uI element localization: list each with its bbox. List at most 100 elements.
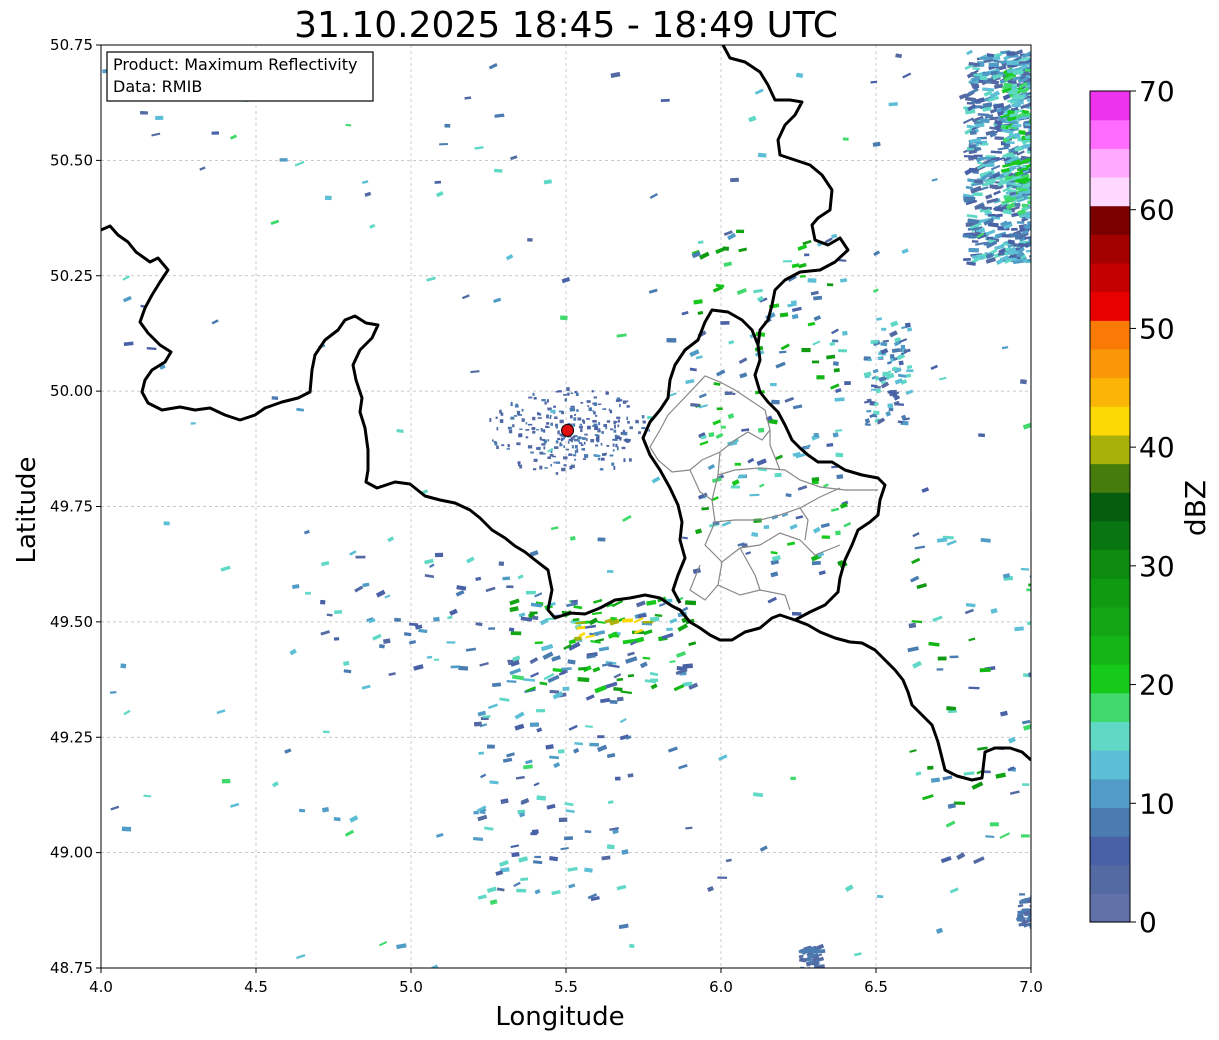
echo-cell bbox=[593, 411, 596, 415]
echo-cell bbox=[588, 407, 593, 412]
echo-cell bbox=[988, 62, 999, 68]
echo-cell bbox=[572, 423, 576, 427]
echo-cell bbox=[973, 73, 982, 77]
info-box: Product: Maximum Reflectivity Data: RMIB bbox=[106, 51, 374, 102]
echo-cell bbox=[720, 425, 726, 429]
echo-cell bbox=[514, 405, 519, 408]
echo-cell bbox=[584, 433, 588, 436]
echo-cell bbox=[606, 570, 614, 573]
echo-cell bbox=[606, 444, 610, 447]
echo-cell bbox=[555, 390, 558, 393]
echo-cell bbox=[519, 464, 523, 469]
echo-cell bbox=[1020, 567, 1030, 571]
echo-cell bbox=[496, 445, 499, 450]
echo-cell bbox=[927, 765, 934, 770]
echo-cell bbox=[1012, 94, 1025, 100]
echo-cell bbox=[817, 949, 826, 954]
echo-cell bbox=[525, 422, 528, 425]
echo-cell bbox=[572, 618, 580, 622]
echo-cell bbox=[506, 448, 510, 450]
echo-cell bbox=[567, 441, 570, 444]
echo-cell bbox=[570, 405, 575, 408]
echo-cell bbox=[140, 111, 148, 115]
echo-cell bbox=[557, 390, 562, 393]
echo-cell bbox=[1030, 129, 1031, 135]
echo-cell bbox=[542, 452, 546, 455]
figure-title: 31.10.2025 18:45 - 18:49 UTC bbox=[294, 5, 838, 46]
echo-cell bbox=[608, 408, 611, 411]
echo-cell bbox=[1006, 60, 1017, 66]
info-box-data: Data: RMIB bbox=[113, 77, 202, 96]
echo-cell bbox=[546, 422, 550, 425]
echo-cell bbox=[532, 416, 536, 421]
echo-cell bbox=[513, 415, 518, 417]
echo-cell bbox=[576, 409, 579, 412]
echo-cell bbox=[612, 449, 615, 452]
echo-cell bbox=[619, 403, 621, 408]
echo-cell bbox=[833, 368, 840, 373]
echo-cell bbox=[621, 446, 626, 450]
echo-cell bbox=[593, 402, 598, 406]
colorbar: 0 10 20 30 40 50 60 70 bbox=[1089, 75, 1175, 939]
echo-cell bbox=[529, 722, 540, 727]
colorbar-swatch bbox=[1090, 549, 1130, 579]
echo-cell bbox=[560, 437, 563, 442]
echo-cell bbox=[610, 428, 614, 431]
echo-cell bbox=[539, 436, 542, 441]
echo-cell bbox=[573, 438, 579, 442]
echo-cell bbox=[1019, 379, 1027, 385]
echo-cell bbox=[1021, 834, 1030, 838]
echo-cell bbox=[324, 195, 332, 201]
echo-cell bbox=[555, 461, 561, 464]
echo-cell bbox=[835, 452, 844, 458]
echo-cell bbox=[866, 410, 872, 413]
echo-cell bbox=[597, 735, 605, 739]
echo-cell bbox=[536, 428, 539, 431]
colorbar-swatch bbox=[1090, 664, 1130, 694]
echo-cell bbox=[1011, 103, 1022, 108]
echo-cell bbox=[568, 438, 572, 442]
echo-cell bbox=[614, 424, 616, 429]
echo-cell bbox=[1019, 893, 1025, 896]
echo-cell bbox=[581, 448, 585, 451]
echo-cell bbox=[547, 439, 550, 442]
echo-cell bbox=[155, 115, 164, 121]
echo-cell bbox=[527, 423, 533, 426]
echo-cell bbox=[434, 552, 444, 558]
echo-cell bbox=[495, 416, 498, 419]
echo-cell bbox=[580, 428, 583, 433]
echo-cell bbox=[601, 431, 604, 434]
echo-cell bbox=[559, 419, 564, 424]
echo-cell bbox=[889, 354, 895, 359]
echo-cell bbox=[834, 397, 845, 402]
echo-cell bbox=[512, 424, 515, 428]
echo-cell bbox=[516, 410, 521, 415]
colorbar-swatch bbox=[1090, 864, 1130, 894]
echo-cell bbox=[579, 423, 583, 426]
echo-cell bbox=[613, 465, 616, 470]
echo-cell bbox=[594, 434, 599, 436]
echo-cell bbox=[641, 426, 646, 430]
echo-cell bbox=[622, 430, 625, 434]
echo-cell bbox=[534, 855, 541, 859]
echo-cell bbox=[969, 130, 977, 135]
echo-cell bbox=[517, 461, 521, 465]
echo-cell bbox=[595, 444, 599, 447]
echo-cell bbox=[870, 339, 879, 345]
echo-cell bbox=[444, 123, 451, 128]
echo-cell bbox=[557, 430, 560, 435]
echo-cell bbox=[536, 795, 547, 801]
colorbar-swatch bbox=[1090, 721, 1130, 751]
echo-cell bbox=[536, 447, 539, 450]
echo-cell bbox=[625, 438, 629, 442]
echo-cell bbox=[557, 749, 565, 754]
echo-cell bbox=[541, 443, 546, 446]
echo-cell bbox=[585, 438, 588, 442]
echo-cell bbox=[1017, 190, 1030, 195]
echo-cell bbox=[978, 433, 986, 438]
colorbar-tick-label: 70 bbox=[1139, 75, 1175, 108]
echo-cell bbox=[499, 409, 502, 414]
echo-cell bbox=[666, 627, 673, 631]
echo-cell bbox=[578, 439, 580, 443]
echo-cell bbox=[563, 456, 568, 460]
